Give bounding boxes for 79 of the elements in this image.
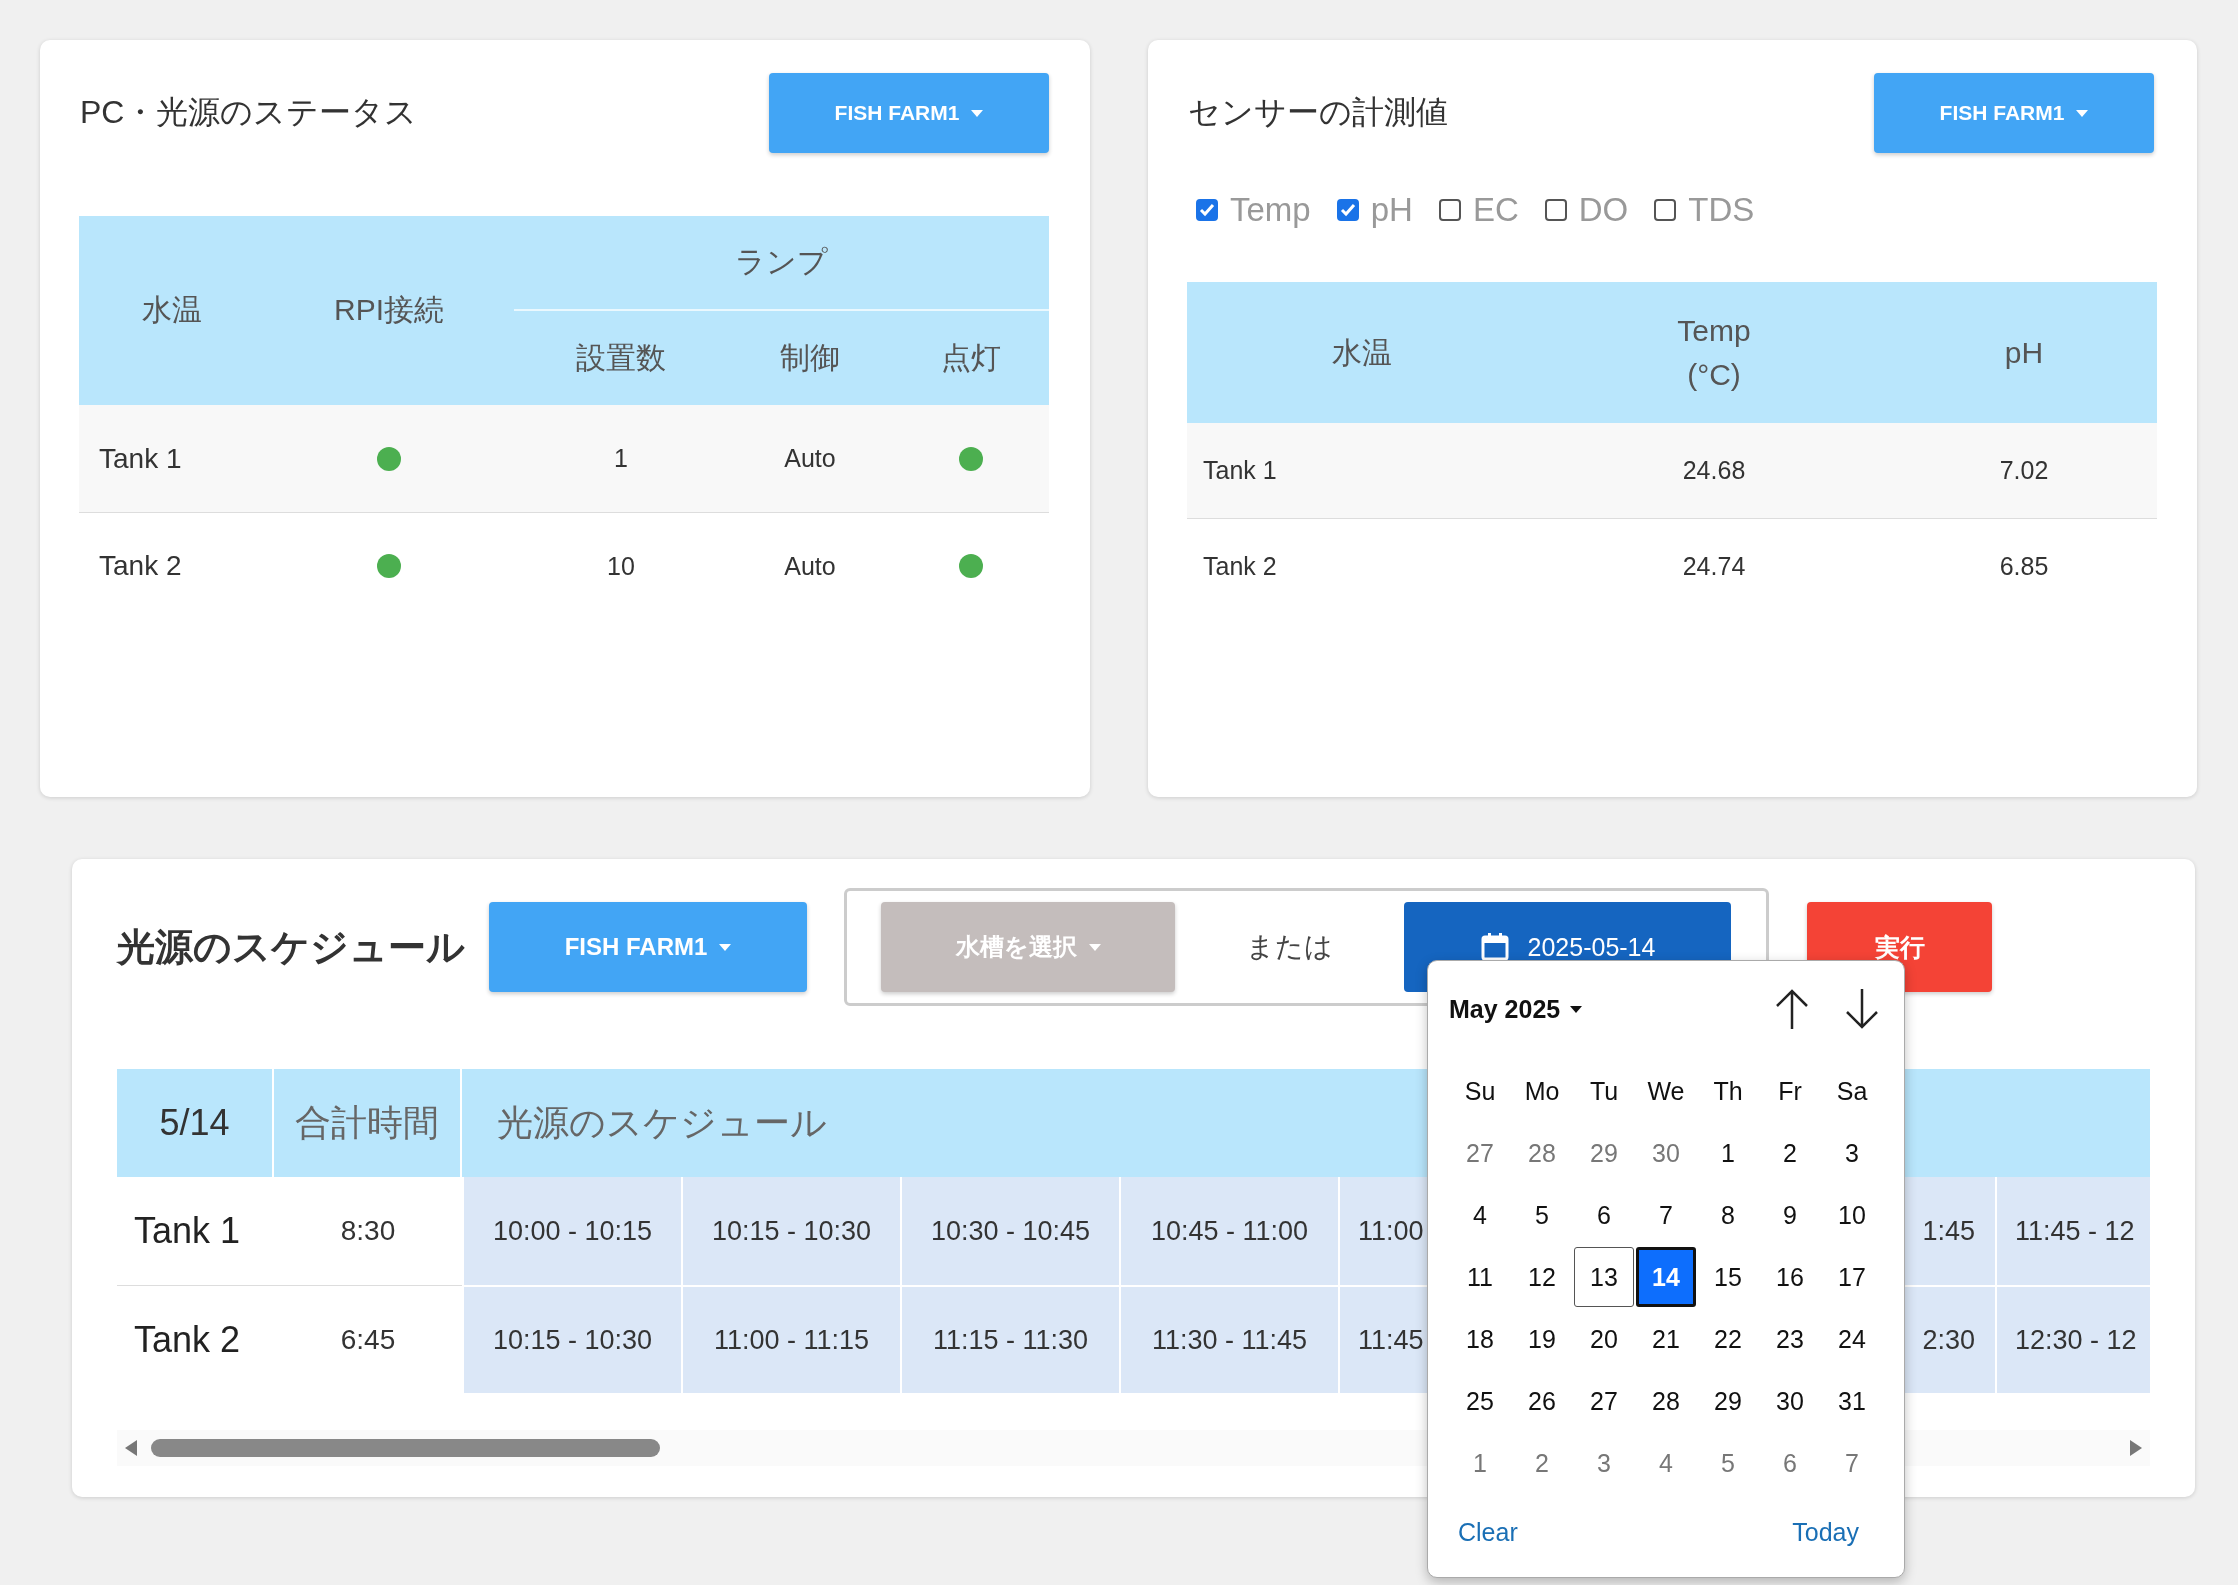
column-header: 水温 <box>79 216 264 405</box>
table-cell: Tank 1 <box>1187 423 1537 518</box>
caret-icon <box>1570 1005 1583 1013</box>
calendar-day[interactable]: 8 <box>1698 1185 1758 1245</box>
weekday-label: Fr <box>1777 1075 1803 1107</box>
or-label: または <box>1245 930 1334 964</box>
checkbox[interactable] <box>1654 199 1677 221</box>
calendar-day[interactable]: 20 <box>1574 1309 1634 1369</box>
scroll-left-icon[interactable] <box>125 1440 137 1456</box>
today-link[interactable]: Today <box>1792 1517 1859 1547</box>
calendar-day[interactable]: 15 <box>1698 1247 1758 1307</box>
time-slot-cell: 10:15 - 10:30 <box>681 1177 900 1285</box>
column-header: 合計時間 <box>274 1069 462 1177</box>
time-slot-cell: 10:00 - 10:15 <box>462 1177 681 1285</box>
down-arrow-icon[interactable] <box>1844 989 1880 1029</box>
month-select[interactable]: May 2025 <box>1449 994 1583 1024</box>
calendar-day[interactable]: 5 <box>1698 1433 1758 1493</box>
checkbox[interactable] <box>1544 199 1567 221</box>
time-slot-cell: 10:45 - 11:00 <box>1119 1177 1338 1285</box>
calendar-day[interactable]: 4 <box>1636 1433 1696 1493</box>
scroll-right-icon[interactable] <box>2130 1440 2142 1456</box>
clear-link[interactable]: Clear <box>1458 1517 1518 1547</box>
calendar-day[interactable]: 18 <box>1450 1309 1510 1369</box>
calendar-day[interactable]: 7 <box>1822 1433 1882 1493</box>
column-header: Temp (°C) <box>1537 282 1891 423</box>
caret-icon <box>719 943 732 951</box>
calendar-day[interactable]: 24 <box>1822 1309 1882 1369</box>
calendar-day[interactable]: 29 <box>1698 1371 1758 1431</box>
weekday-label: Tu <box>1588 1075 1620 1107</box>
table-cell: Auto <box>728 405 892 512</box>
calendar-day[interactable]: 3 <box>1574 1433 1634 1493</box>
weekday-label: Su <box>1463 1075 1497 1107</box>
column-header: ランプ <box>514 216 1049 311</box>
calendar-day[interactable]: 14 <box>1636 1247 1696 1307</box>
calendar-day[interactable]: 27 <box>1574 1371 1634 1431</box>
column-header: 設置数 <box>514 311 728 405</box>
time-slot-cell: 11:30 - 11:45 <box>1119 1285 1338 1393</box>
weekday-label: Sa <box>1835 1075 1869 1107</box>
table-cell: 1 <box>514 405 728 512</box>
time-slot-cell: 12:30 - 12 <box>1995 1285 2150 1393</box>
calendar-day[interactable]: 6 <box>1574 1185 1634 1245</box>
calendar-day[interactable]: 7 <box>1636 1185 1696 1245</box>
up-arrow-icon[interactable] <box>1774 989 1810 1029</box>
card-title: 光源のスケジュール <box>117 924 465 970</box>
checkbox[interactable] <box>1336 199 1359 221</box>
caret-icon <box>971 109 984 117</box>
time-slot-cell: 10:15 - 10:30 <box>462 1285 681 1393</box>
calendar-day[interactable]: 22 <box>1698 1309 1758 1369</box>
calendar-day[interactable]: 6 <box>1760 1433 1820 1493</box>
calendar-day[interactable]: 10 <box>1822 1185 1882 1245</box>
calendar-day[interactable]: 21 <box>1636 1309 1696 1369</box>
card-title: PC・光源のステータス <box>80 93 418 132</box>
caret-icon <box>1088 943 1101 951</box>
column-header: 点灯 <box>892 311 1049 405</box>
time-slot-cell: 11:00 - 11:15 <box>681 1285 900 1393</box>
column-header: 制御 <box>728 311 892 405</box>
table-cell: 24.68 <box>1537 423 1891 518</box>
weekday-label: Th <box>1712 1075 1744 1107</box>
scrollbar-thumb[interactable] <box>151 1439 660 1457</box>
calendar-day[interactable]: 28 <box>1636 1371 1696 1431</box>
column-header: 5/14 <box>117 1069 274 1177</box>
column-header: 水温 <box>1187 282 1537 423</box>
column-header: pH <box>1891 282 2157 423</box>
time-slot-cell: 11:15 - 11:30 <box>900 1285 1119 1393</box>
time-slot-cell: 11:45 - 12 <box>1995 1177 2150 1285</box>
card-title: センサーの計測値 <box>1188 93 1448 132</box>
table-cell: 7.02 <box>1891 423 2157 518</box>
table-cell: Tank 1 <box>79 405 264 512</box>
weekday-label: We <box>1646 1075 1686 1107</box>
calendar-day[interactable]: 2 <box>1512 1433 1572 1493</box>
weekday-label: Mo <box>1523 1075 1561 1107</box>
column-header: RPI接続 <box>264 216 514 405</box>
checkbox[interactable] <box>1438 199 1461 221</box>
checkbox[interactable] <box>1196 199 1218 221</box>
time-slot-cell: 10:30 - 10:45 <box>900 1177 1119 1285</box>
calendar-day[interactable]: 4 <box>1450 1185 1510 1245</box>
calendar-day[interactable]: 1 <box>1450 1433 1510 1493</box>
calendar-day[interactable]: 13 <box>1574 1247 1634 1307</box>
caret-icon <box>2076 109 2089 117</box>
